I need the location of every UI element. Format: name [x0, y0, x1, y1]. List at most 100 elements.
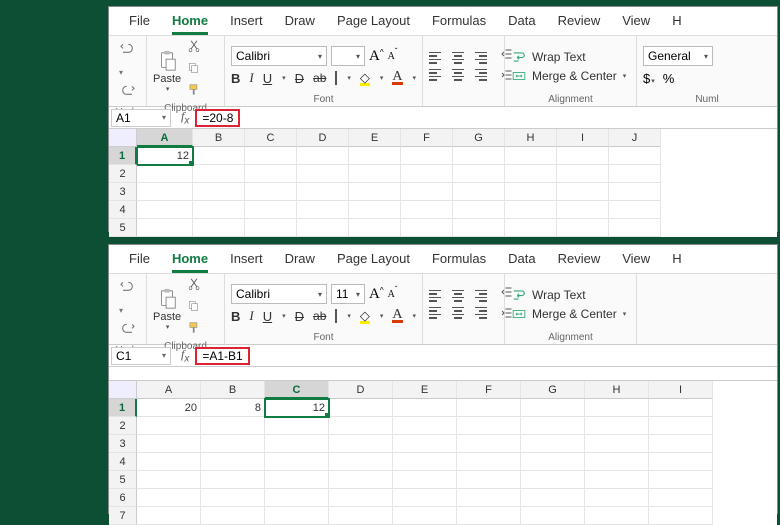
menu-page-layout[interactable]: Page Layout [337, 11, 410, 35]
cell-D5[interactable] [297, 219, 349, 237]
cell-G2[interactable] [453, 165, 505, 183]
cell-H5[interactable] [585, 471, 649, 489]
cell-G1[interactable] [521, 399, 585, 417]
align-grid[interactable] [429, 289, 487, 320]
cell-F6[interactable] [457, 489, 521, 507]
cell-B3[interactable] [201, 435, 265, 453]
decrease-font-icon[interactable]: Aˇ [388, 51, 398, 62]
col-header-G[interactable]: G [453, 129, 505, 147]
cell-C2[interactable] [245, 165, 297, 183]
cell-C7[interactable] [265, 507, 329, 525]
col-header-D[interactable]: D [297, 129, 349, 147]
select-all-corner[interactable] [109, 381, 137, 399]
cell-C1[interactable]: 12 [265, 399, 329, 417]
menu-insert[interactable]: Insert [230, 11, 263, 35]
col-header-D[interactable]: D [329, 381, 393, 399]
cell-I1[interactable] [649, 399, 713, 417]
cell-I2[interactable] [649, 417, 713, 435]
bold-button[interactable]: B [231, 309, 240, 324]
cell-I3[interactable] [557, 183, 609, 201]
cut-icon[interactable] [187, 39, 201, 58]
format-painter-icon[interactable] [187, 83, 201, 102]
col-header-C[interactable]: C [265, 381, 329, 399]
cell-B5[interactable] [201, 471, 265, 489]
cell-J1[interactable] [609, 147, 661, 165]
cell-H3[interactable] [505, 183, 557, 201]
cell-B1[interactable] [193, 147, 245, 165]
redo-icon[interactable] [120, 321, 136, 342]
cell-D6[interactable] [329, 489, 393, 507]
row-header-2[interactable]: 2 [109, 165, 137, 183]
cell-A6[interactable] [137, 489, 201, 507]
cell-B3[interactable] [193, 183, 245, 201]
cell-I5[interactable] [649, 471, 713, 489]
menu-review[interactable]: Review [558, 249, 601, 273]
cell-F2[interactable] [457, 417, 521, 435]
menu-h[interactable]: H [672, 11, 681, 35]
font-name-combo[interactable]: Calibri▾ [231, 46, 327, 66]
cell-A2[interactable] [137, 165, 193, 183]
cell-D2[interactable] [297, 165, 349, 183]
cell-C2[interactable] [265, 417, 329, 435]
cell-I1[interactable] [557, 147, 609, 165]
cell-I7[interactable] [649, 507, 713, 525]
menu-view[interactable]: View [622, 249, 650, 273]
cell-A3[interactable] [137, 435, 201, 453]
fx-icon[interactable]: fx [175, 109, 195, 126]
font-size-combo[interactable]: ▾ [331, 46, 365, 66]
cell-J5[interactable] [609, 219, 661, 237]
cell-C1[interactable] [245, 147, 297, 165]
col-header-I[interactable]: I [649, 381, 713, 399]
merge-center-button[interactable]: Merge & Center▾ [511, 307, 626, 321]
cell-A3[interactable] [137, 183, 193, 201]
cell-F7[interactable] [457, 507, 521, 525]
cell-E4[interactable] [393, 453, 457, 471]
cell-B6[interactable] [201, 489, 265, 507]
cell-H2[interactable] [505, 165, 557, 183]
cell-A4[interactable] [137, 453, 201, 471]
double-underline-button[interactable]: D [295, 309, 304, 324]
cell-C3[interactable] [245, 183, 297, 201]
copy-icon[interactable] [187, 61, 201, 80]
cell-F2[interactable] [401, 165, 453, 183]
strikethrough-button[interactable]: ab [313, 71, 326, 85]
cell-H1[interactable] [585, 399, 649, 417]
font-name-combo[interactable]: Calibri▾ [231, 284, 327, 304]
cell-D3[interactable] [297, 183, 349, 201]
row-header-4[interactable]: 4 [109, 453, 137, 471]
row-header-4[interactable]: 4 [109, 201, 137, 219]
menu-draw[interactable]: Draw [285, 249, 315, 273]
font-color-button[interactable]: A [392, 71, 402, 85]
cell-F3[interactable] [401, 183, 453, 201]
cell-G3[interactable] [521, 435, 585, 453]
cell-E2[interactable] [349, 165, 401, 183]
currency-button[interactable]: $▾ [643, 71, 655, 86]
cell-A5[interactable] [137, 471, 201, 489]
cell-B1[interactable]: 8 [201, 399, 265, 417]
menu-draw[interactable]: Draw [285, 11, 315, 35]
cell-I4[interactable] [557, 201, 609, 219]
fill-color-button[interactable]: ◇ [360, 70, 370, 86]
cell-B2[interactable] [201, 417, 265, 435]
italic-button[interactable]: I [249, 70, 253, 86]
underline-button[interactable]: U [263, 71, 272, 86]
cell-I6[interactable] [649, 489, 713, 507]
cell-H5[interactable] [505, 219, 557, 237]
col-header-B[interactable]: B [193, 129, 245, 147]
copy-icon[interactable] [187, 299, 201, 318]
cell-A1[interactable]: 12 [137, 147, 193, 165]
select-all-corner[interactable] [109, 129, 137, 147]
wrap-text-button[interactable]: Wrap Text [511, 50, 626, 64]
name-box[interactable]: C1▾ [111, 347, 171, 365]
cut-icon[interactable] [187, 277, 201, 296]
row-header-7[interactable]: 7 [109, 507, 137, 525]
col-header-C[interactable]: C [245, 129, 297, 147]
col-header-H[interactable]: H [585, 381, 649, 399]
cell-G2[interactable] [521, 417, 585, 435]
cell-H6[interactable] [585, 489, 649, 507]
col-header-F[interactable]: F [401, 129, 453, 147]
paste-button[interactable]: Paste▾ [153, 287, 181, 331]
cell-I3[interactable] [649, 435, 713, 453]
cell-G1[interactable] [453, 147, 505, 165]
menu-file[interactable]: File [129, 249, 150, 273]
